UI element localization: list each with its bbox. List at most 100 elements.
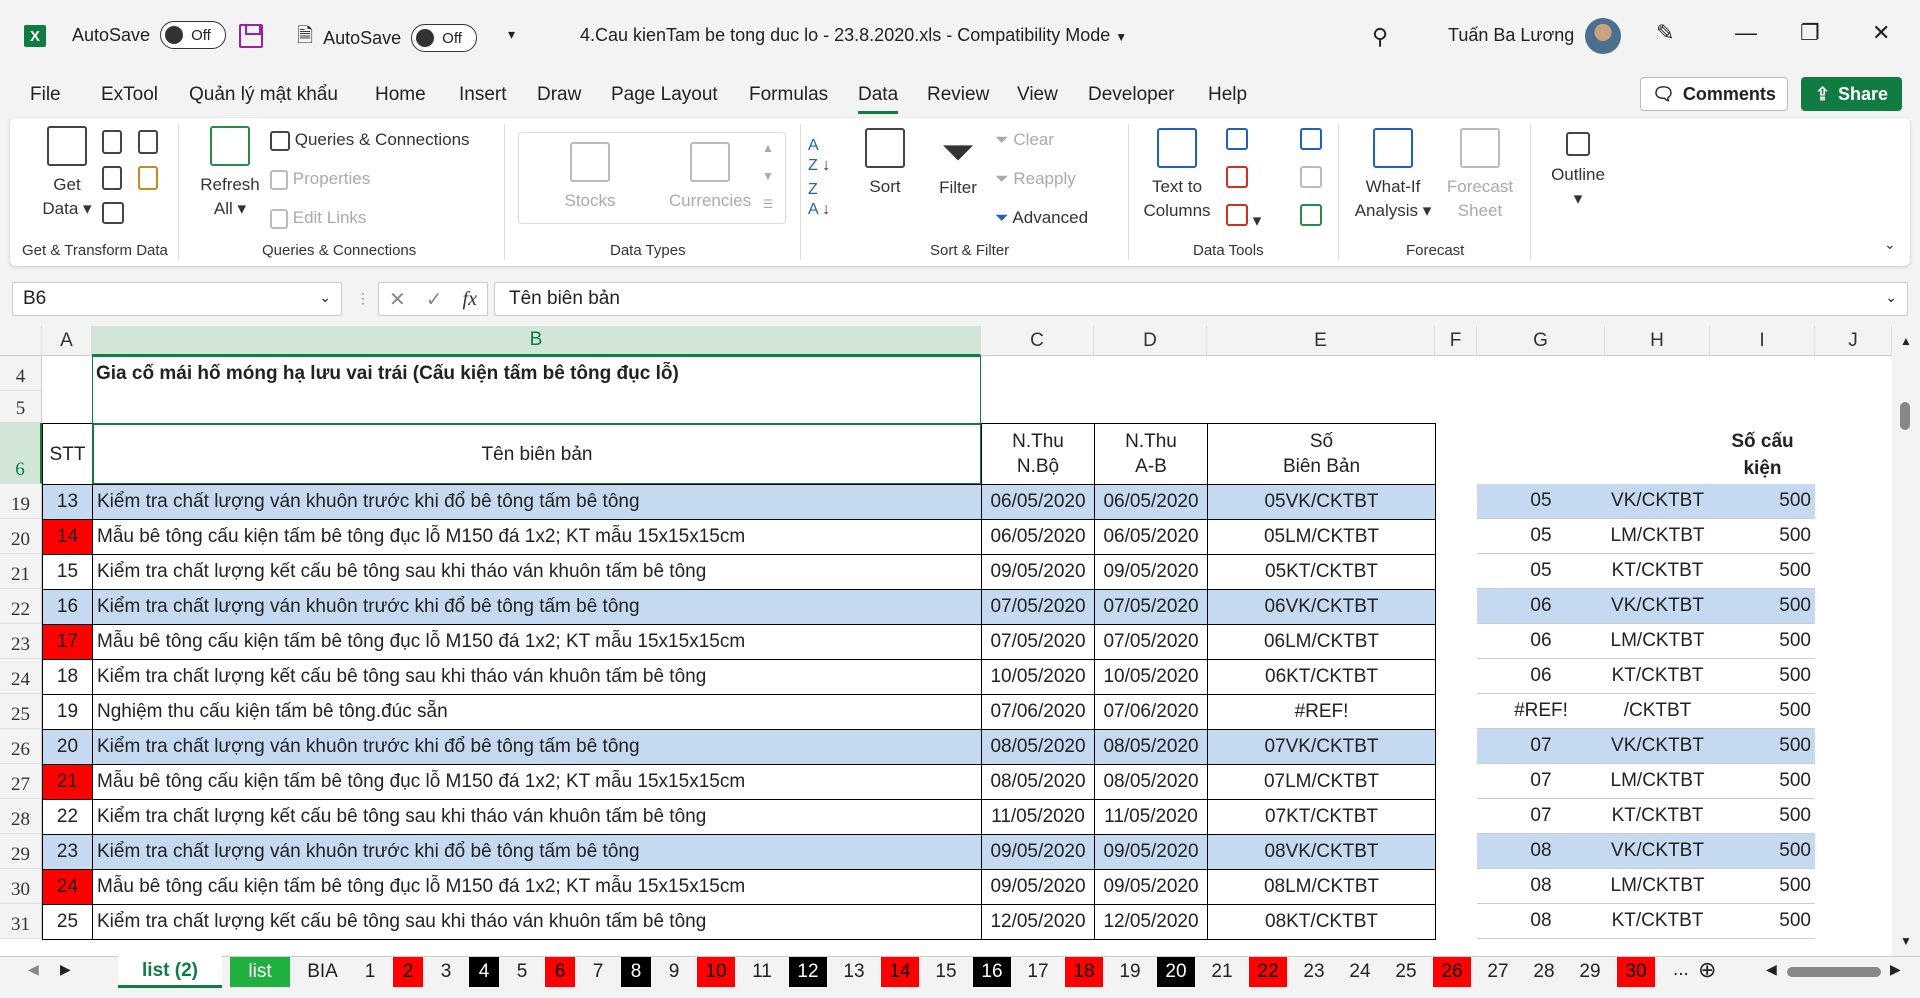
cell-stt[interactable]: 21 (42, 764, 93, 800)
sheet-tab[interactable]: 16 (973, 957, 1011, 987)
cell-g[interactable]: 06 (1477, 624, 1605, 659)
sheet-tab[interactable]: 21 (1203, 957, 1241, 987)
outline-button[interactable]: Outline ▾ (1538, 132, 1618, 211)
cell-h[interactable]: KT/CKTBT (1605, 659, 1710, 694)
autosave-toggle[interactable]: Off (160, 21, 227, 49)
sheet-tab[interactable]: 10 (697, 957, 735, 987)
column-header-d[interactable]: D (1094, 326, 1207, 356)
row-header[interactable]: 29 (0, 834, 42, 869)
cell-nthu-nbo[interactable]: 07/06/2020 (981, 694, 1095, 730)
cell-so-bien-ban[interactable]: #REF! (1207, 694, 1436, 730)
cell-g[interactable]: 08 (1477, 869, 1605, 904)
tab-developer[interactable]: Developer (1088, 84, 1175, 106)
tab-home[interactable]: Home (375, 84, 426, 106)
scroll-right-icon[interactable]: ▶ (1890, 961, 1901, 978)
reapply-button[interactable]: ⏷ Reapply (995, 167, 1076, 191)
cell-nthu-ab[interactable]: 08/05/2020 (1094, 764, 1208, 800)
cell-nthu-nbo[interactable]: 06/05/2020 (981, 484, 1095, 520)
header-ten-bien-ban[interactable]: Tên biên bản (92, 423, 982, 485)
cell-g[interactable]: 07 (1477, 729, 1605, 764)
row-header[interactable]: 25 (0, 694, 42, 729)
column-header-e[interactable]: E (1207, 326, 1435, 356)
autosave-control-2[interactable]: 🗎 AutoSave Off (297, 21, 478, 55)
sheet-tab[interactable]: 6 (545, 957, 575, 987)
cell-ten-bien-ban[interactable]: Kiểm tra chất lượng ván khuôn trước khi … (92, 589, 982, 625)
cell-g[interactable]: 05 (1477, 484, 1605, 519)
header-nthu-ab[interactable]: N.Thu A-B (1094, 423, 1208, 485)
sheet-tab[interactable]: 7 (583, 957, 613, 987)
row-header[interactable]: 27 (0, 764, 42, 799)
cell-ten-bien-ban[interactable]: Kiểm tra chất lượng ván khuôn trước khi … (92, 729, 982, 765)
insert-function-icon[interactable]: fx (463, 288, 477, 311)
cell-stt[interactable]: 17 (42, 624, 93, 660)
cell-h[interactable]: LM/CKTBT (1605, 869, 1710, 904)
queries-connections-button[interactable]: Queries & Connections (270, 128, 470, 152)
cell-i[interactable]: 500 (1710, 694, 1815, 729)
sheet-tab[interactable]: 5 (507, 957, 537, 987)
row-header[interactable]: 23 (0, 624, 42, 659)
relationships-icon[interactable] (1300, 166, 1322, 195)
share-button[interactable]: ⇪ Share (1801, 77, 1902, 111)
cell-g[interactable]: 06 (1477, 659, 1605, 694)
cell-stt[interactable]: 15 (42, 554, 93, 590)
sheet-tab[interactable]: 17 (1019, 957, 1057, 987)
autosave-control[interactable]: AutoSave Off (72, 21, 227, 49)
filter-button[interactable]: ⏷ Filter (928, 128, 988, 200)
sheet-tab[interactable]: 24 (1341, 957, 1379, 987)
cell-i[interactable]: 500 (1710, 799, 1815, 834)
cell-ten-bien-ban[interactable]: Mẫu bê tông cấu kiện tấm bê tông đục lỗ … (92, 869, 982, 905)
confirm-icon[interactable]: ✓ (426, 287, 443, 312)
refresh-all-button[interactable]: Refresh All ▾ (195, 126, 265, 221)
cell-nthu-ab[interactable]: 07/05/2020 (1094, 624, 1208, 660)
header-so-cau-kien[interactable]: Số cấu kiện (1710, 426, 1815, 484)
more-options-icon[interactable]: ⋮ (356, 290, 370, 307)
cell-ten-bien-ban[interactable]: Kiểm tra chất lượng kết cấu bê tông sau … (92, 904, 982, 940)
cell-h[interactable]: /CKTBT (1605, 694, 1710, 729)
sheet-tab[interactable]: 19 (1111, 957, 1149, 987)
column-header-f[interactable]: F (1435, 326, 1477, 356)
tab-draw[interactable]: Draw (537, 84, 581, 106)
vertical-scrollbar[interactable]: ▲ ▼ (1892, 326, 1920, 956)
cell-i[interactable]: 500 (1710, 834, 1815, 869)
cell-nthu-nbo[interactable]: 08/05/2020 (981, 729, 1095, 765)
save-icon[interactable] (239, 24, 263, 48)
cell-nthu-nbo[interactable]: 09/05/2020 (981, 869, 1095, 905)
cell-i[interactable]: 500 (1710, 729, 1815, 764)
user-name[interactable]: Tuấn Ba Lương (1448, 25, 1574, 46)
advanced-button[interactable]: ⏷ Advanced (995, 206, 1088, 230)
sheet-tab[interactable]: 23 (1295, 957, 1333, 987)
sheet-tab[interactable]: 9 (659, 957, 689, 987)
row-header[interactable]: 19 (0, 484, 42, 519)
minimize-icon[interactable]: — (1735, 20, 1757, 46)
stocks-button[interactable]: Stocks (550, 142, 630, 213)
from-text-icon[interactable] (102, 130, 122, 161)
forecast-sheet-button[interactable]: Forecast Sheet (1440, 128, 1520, 223)
autosave-toggle-2[interactable]: Off (411, 24, 478, 52)
sort-ascending-button[interactable]: AZ ↓ (808, 136, 830, 176)
cell-g[interactable]: 05 (1477, 554, 1605, 589)
cell-h[interactable]: KT/CKTBT (1605, 799, 1710, 834)
cell-i[interactable]: 500 (1710, 554, 1815, 589)
recent-sources-icon[interactable] (138, 130, 158, 161)
tab-view[interactable]: View (1017, 84, 1058, 106)
cell-h[interactable]: KT/CKTBT (1605, 904, 1710, 939)
cell-nthu-ab[interactable]: 07/06/2020 (1094, 694, 1208, 730)
cell-nthu-ab[interactable]: 09/05/2020 (1094, 834, 1208, 870)
cell-so-bien-ban[interactable]: 06LM/CKTBT (1207, 624, 1436, 660)
cell-so-bien-ban[interactable]: 05KT/CKTBT (1207, 554, 1436, 590)
row-header[interactable]: 6 (0, 423, 42, 484)
remove-duplicates-icon[interactable] (1226, 166, 1248, 195)
add-sheet-icon[interactable]: ⊕ (1698, 957, 1716, 983)
sheet-tab[interactable]: BIA (298, 957, 347, 987)
sort-button[interactable]: Sort (860, 128, 910, 199)
data-model-icon[interactable] (1300, 204, 1322, 233)
get-data-button[interactable]: Get Data ▾ (32, 126, 102, 221)
tab-formulas[interactable]: Formulas (749, 84, 828, 106)
cell-nthu-ab[interactable]: 10/05/2020 (1094, 659, 1208, 695)
tab-help[interactable]: Help (1208, 84, 1247, 106)
cell-nthu-ab[interactable]: 09/05/2020 (1094, 869, 1208, 905)
column-header-c[interactable]: C (981, 326, 1094, 356)
cell-stt[interactable]: 18 (42, 659, 93, 695)
cell-h[interactable]: LM/CKTBT (1605, 624, 1710, 659)
column-header-i[interactable]: I (1710, 326, 1815, 356)
